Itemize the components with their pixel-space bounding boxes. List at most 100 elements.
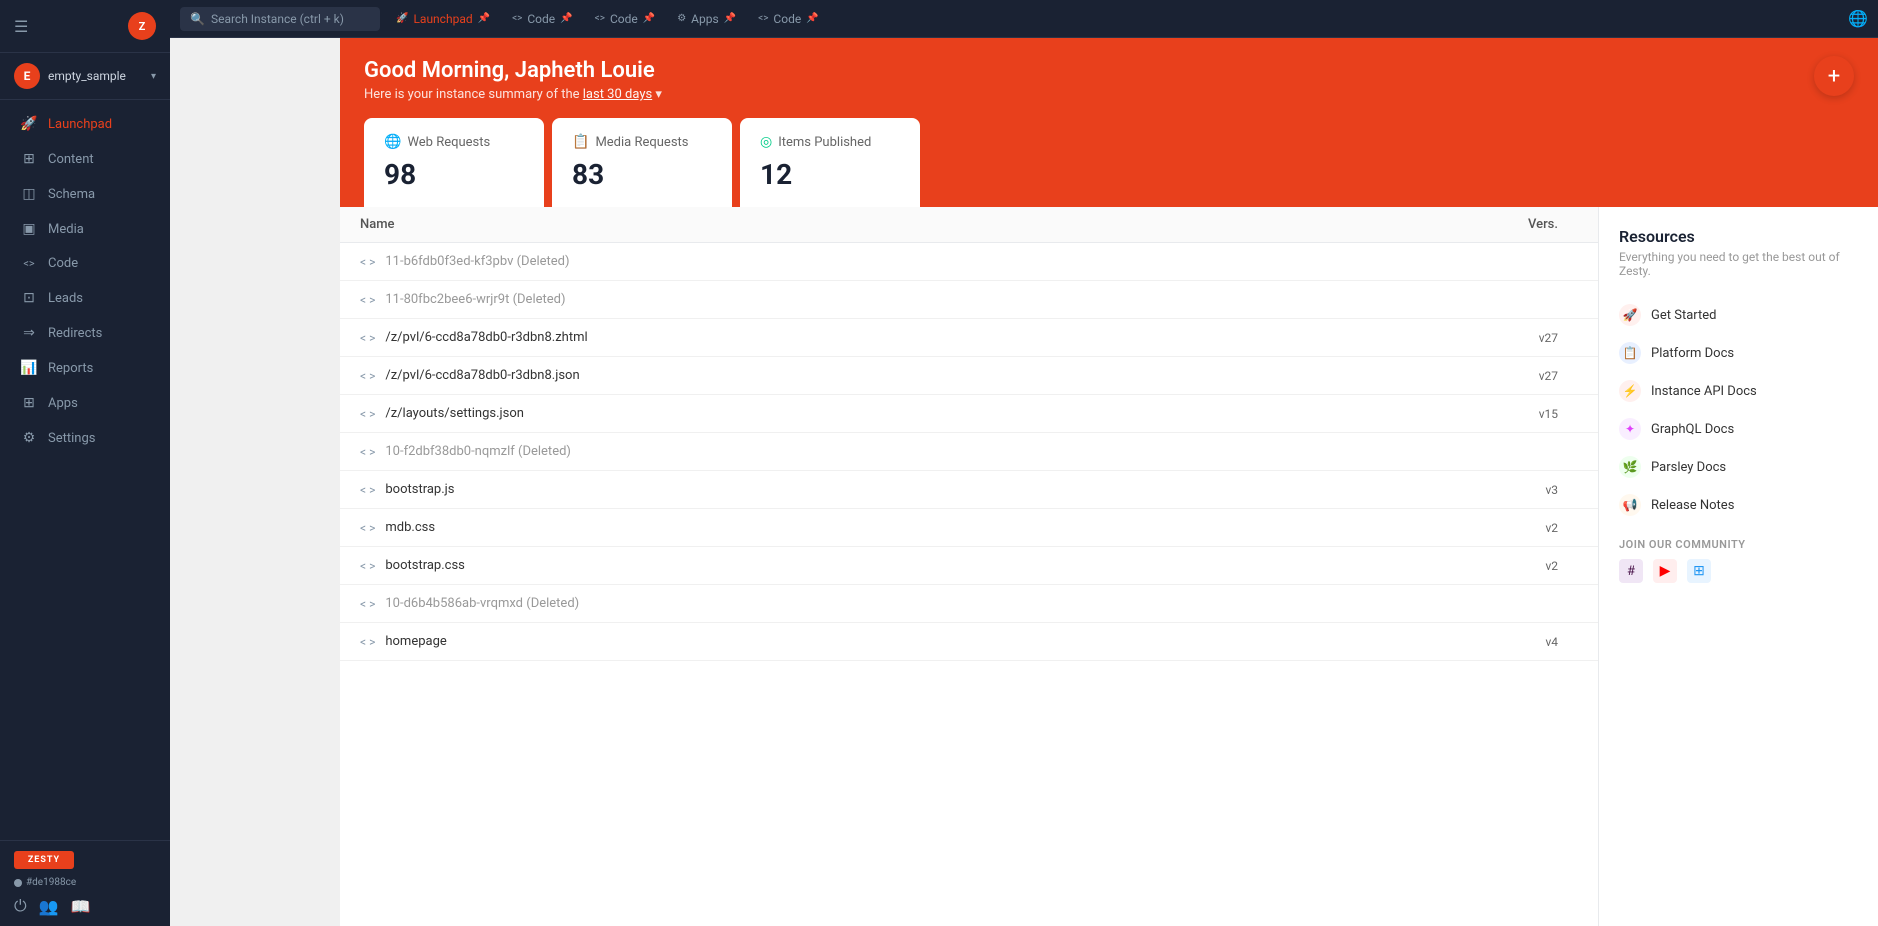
sidebar-item-settings[interactable]: ⚙ Settings bbox=[6, 421, 164, 455]
sidebar-item-apps[interactable]: ⊞ Apps bbox=[6, 386, 164, 420]
topbar-right: 🌐 bbox=[1848, 9, 1868, 28]
item-version: v4 bbox=[1545, 635, 1558, 649]
sidebar-item-leads[interactable]: ⊡ Leads bbox=[6, 281, 164, 315]
hamburger-icon[interactable]: ☰ bbox=[14, 17, 28, 36]
list-item[interactable]: < > homepage v4 bbox=[340, 623, 1598, 661]
list-item[interactable]: < > mdb.css v2 bbox=[340, 509, 1598, 547]
add-button[interactable]: + bbox=[1814, 56, 1854, 96]
pin-icon: 📌 bbox=[643, 13, 655, 24]
sidebar-nav: 🚀 Launchpad ⊞ Content ◫ Schema ▣ Media <… bbox=[0, 100, 170, 840]
code-tab-icon: <> bbox=[595, 13, 605, 24]
sidebar-item-label: Settings bbox=[48, 431, 95, 446]
code-brackets-icon: < > bbox=[360, 445, 375, 459]
zesty-logo: Z bbox=[128, 12, 156, 40]
community-label: JOIN OUR COMMUNITY bbox=[1619, 538, 1858, 551]
tab-apps[interactable]: ⚙ Apps 📌 bbox=[667, 8, 746, 30]
items-published-icon: ◎ bbox=[760, 134, 772, 150]
resource-release-notes[interactable]: 📢 Release Notes bbox=[1619, 486, 1858, 524]
greeting: Good Morning, Japheth Louie bbox=[364, 58, 1854, 83]
media-requests-icon: 📋 bbox=[572, 134, 589, 150]
tab-label: Launchpad bbox=[413, 12, 472, 26]
item-name: homepage bbox=[385, 634, 1545, 649]
item-name: 11-b6fdb0f3ed-kf3pbv (Deleted) bbox=[385, 254, 1558, 269]
platform-docs-icon: 📋 bbox=[1619, 342, 1641, 364]
resource-label: GraphQL Docs bbox=[1651, 422, 1734, 437]
last-30-days-link[interactable]: last 30 days bbox=[583, 87, 652, 102]
launchpad-icon: 🚀 bbox=[20, 116, 38, 132]
list-item[interactable]: < > /z/layouts/settings.json v15 bbox=[340, 395, 1598, 433]
zesty-wordmark: ZESTY bbox=[14, 851, 74, 869]
sidebar-item-code[interactable]: <> Code bbox=[6, 247, 164, 280]
hero-subtext: Here is your instance summary of the las… bbox=[364, 87, 1854, 102]
sidebar-item-redirects[interactable]: ⇒ Redirects bbox=[6, 316, 164, 350]
search-placeholder: Search Instance (ctrl + k) bbox=[211, 12, 344, 26]
resource-label: Instance API Docs bbox=[1651, 384, 1757, 399]
list-item[interactable]: < > 11-b6fdb0f3ed-kf3pbv (Deleted) bbox=[340, 243, 1598, 281]
apps-icon: ⊞ bbox=[20, 395, 38, 411]
hash-dot bbox=[14, 879, 22, 887]
item-name: mdb.css bbox=[385, 520, 1545, 535]
hash-badge: #de1988ce bbox=[14, 877, 156, 888]
resource-get-started[interactable]: 🚀 Get Started bbox=[1619, 296, 1858, 334]
sidebar-bottom-icons: ⏻ 👥 📖 bbox=[14, 896, 156, 916]
list-item[interactable]: < > 10-d6b4b586ab-vrqmxd (Deleted) bbox=[340, 585, 1598, 623]
hash-value: #de1988ce bbox=[26, 877, 76, 888]
code-brackets-icon: < > bbox=[360, 369, 375, 383]
sidebar-item-launchpad[interactable]: 🚀 Launchpad bbox=[6, 107, 164, 141]
youtube-icon[interactable]: ▶ bbox=[1653, 559, 1677, 583]
list-item[interactable]: < > /z/pvl/6-ccd8a78db0-r3dbn8.zhtml v27 bbox=[340, 319, 1598, 357]
reports-icon: 📊 bbox=[20, 360, 38, 376]
code-brackets-icon: < > bbox=[360, 635, 375, 649]
sidebar-top: ☰ Z bbox=[0, 0, 170, 53]
table-icon[interactable]: ⊞ bbox=[1687, 559, 1711, 583]
settings-icon: ⚙ bbox=[20, 430, 38, 446]
item-name: 10-f2dbf38db0-nqmzlf (Deleted) bbox=[385, 444, 1558, 459]
resource-instance-api[interactable]: ⚡ Instance API Docs bbox=[1619, 372, 1858, 410]
content-icon: ⊞ bbox=[20, 151, 38, 167]
code-brackets-icon: < > bbox=[360, 597, 375, 611]
card-title: 📋 Media Requests bbox=[572, 134, 712, 150]
sidebar-item-label: Launchpad bbox=[48, 117, 112, 132]
release-notes-icon: 📢 bbox=[1619, 494, 1641, 516]
search-box[interactable]: 🔍 Search Instance (ctrl + k) bbox=[180, 7, 380, 31]
sidebar-item-label: Content bbox=[48, 152, 94, 167]
list-item[interactable]: < > bootstrap.js v3 bbox=[340, 471, 1598, 509]
list-item[interactable]: < > bootstrap.css v2 bbox=[340, 547, 1598, 585]
sidebar-user[interactable]: E empty_sample ▾ bbox=[0, 53, 170, 100]
pin-icon: 📌 bbox=[724, 13, 736, 24]
card-value: 12 bbox=[760, 158, 900, 191]
code-brackets-icon: < > bbox=[360, 331, 375, 345]
get-started-icon: 🚀 bbox=[1619, 304, 1641, 326]
card-value: 98 bbox=[384, 158, 524, 191]
pin-icon: 📌 bbox=[560, 13, 572, 24]
item-version: v2 bbox=[1545, 521, 1558, 535]
tab-code-3[interactable]: <> Code 📌 bbox=[748, 8, 829, 30]
sidebar-item-reports[interactable]: 📊 Reports bbox=[6, 351, 164, 385]
sidebar-item-media[interactable]: ▣ Media bbox=[6, 212, 164, 246]
sidebar-item-content[interactable]: ⊞ Content bbox=[6, 142, 164, 176]
book-icon[interactable]: 📖 bbox=[71, 897, 91, 916]
power-icon[interactable]: ⏻ bbox=[14, 896, 27, 916]
list-item[interactable]: < > 10-f2dbf38db0-nqmzlf (Deleted) bbox=[340, 433, 1598, 471]
sidebar-item-schema[interactable]: ◫ Schema bbox=[6, 177, 164, 211]
resource-label: Parsley Docs bbox=[1651, 460, 1726, 475]
item-name: 10-d6b4b586ab-vrqmxd (Deleted) bbox=[385, 596, 1558, 611]
code-tab-icon: <> bbox=[512, 13, 522, 24]
resource-parsley[interactable]: 🌿 Parsley Docs bbox=[1619, 448, 1858, 486]
users-icon[interactable]: 👥 bbox=[39, 897, 59, 916]
column-version: Vers. bbox=[1528, 217, 1558, 232]
resource-graphql[interactable]: ✦ GraphQL Docs bbox=[1619, 410, 1858, 448]
list-item[interactable]: < > /z/pvl/6-ccd8a78db0-r3dbn8.json v27 bbox=[340, 357, 1598, 395]
tab-launchpad[interactable]: 🚀 Launchpad 📌 bbox=[386, 8, 500, 30]
globe-icon[interactable]: 🌐 bbox=[1848, 9, 1868, 28]
tab-code-2[interactable]: <> Code 📌 bbox=[585, 8, 666, 30]
sidebar-item-label: Media bbox=[48, 222, 84, 237]
community-icons: # ▶ ⊞ bbox=[1619, 559, 1858, 583]
resource-platform-docs[interactable]: 📋 Platform Docs bbox=[1619, 334, 1858, 372]
code-icon: <> bbox=[20, 257, 38, 270]
tab-code-1[interactable]: <> Code 📌 bbox=[502, 8, 583, 30]
slack-icon[interactable]: # bbox=[1619, 559, 1643, 583]
media-icon: ▣ bbox=[20, 221, 38, 237]
list-item[interactable]: < > 11-80fbc2bee6-wrjr9t (Deleted) bbox=[340, 281, 1598, 319]
code-brackets-icon: < > bbox=[360, 559, 375, 573]
